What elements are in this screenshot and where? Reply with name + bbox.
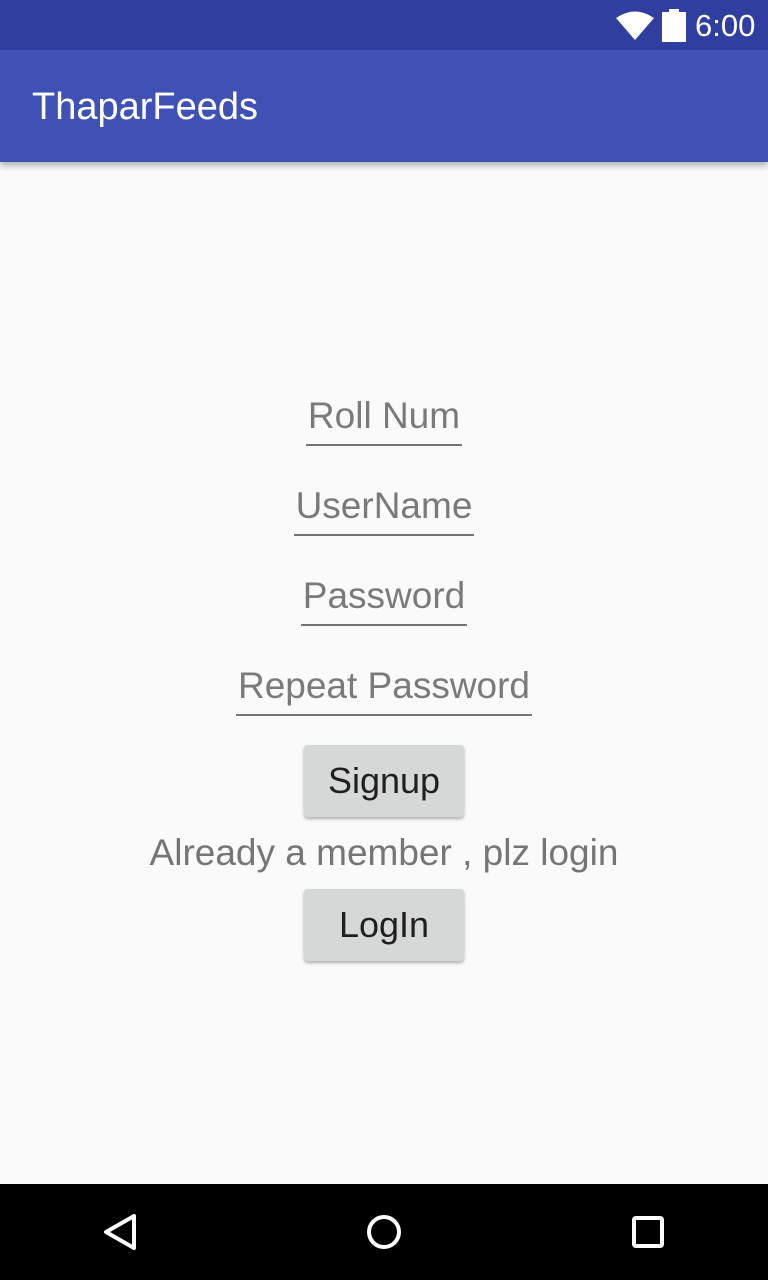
app-title: ThaparFeeds [32,86,259,128]
username-field-container: UserName [0,484,768,544]
login-button[interactable]: LogIn [304,889,464,961]
repeat-password-input[interactable]: Repeat Password [235,664,533,716]
wifi-icon [616,11,654,40]
roll-num-field-container: Roll Num [0,394,768,454]
signup-screen: 6:00 ThaparFeeds Roll Num UserName Passw… [0,0,768,1280]
status-bar: 6:00 [0,0,768,50]
password-field-container: Password [0,574,768,634]
repeat-password-field-container: Repeat Password [0,664,768,724]
battery-icon [662,9,686,42]
roll-num-input[interactable]: Roll Num [305,394,463,446]
home-icon[interactable] [360,1208,408,1256]
back-icon[interactable] [96,1208,144,1256]
username-input[interactable]: UserName [293,484,475,536]
app-bar: ThaparFeeds [0,50,768,162]
already-member-text: Already a member , plz login [149,832,619,873]
status-time: 6:00 [695,8,756,43]
password-input[interactable]: Password [300,574,468,626]
recents-icon[interactable] [624,1208,672,1256]
navigation-bar [0,1184,768,1280]
signup-button[interactable]: Signup [304,745,464,817]
